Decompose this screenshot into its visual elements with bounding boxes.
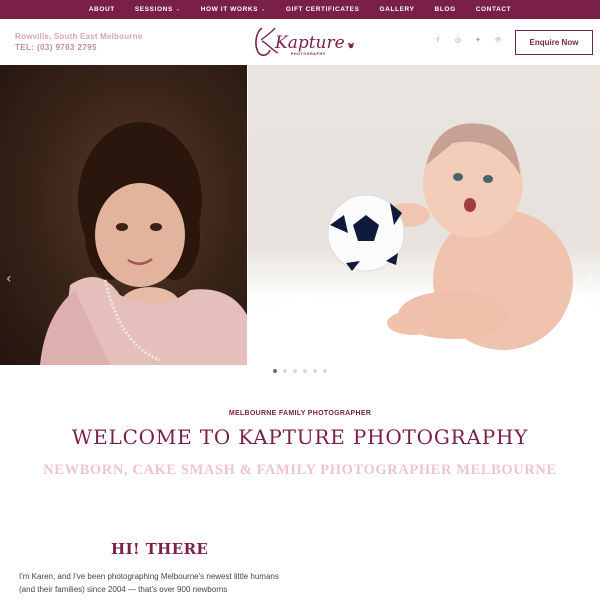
- page-subtitle: NEWBORN, CAKE SMASH & FAMILY PHOTOGRAPHE…: [43, 462, 557, 478]
- slider-dot[interactable]: [293, 369, 297, 373]
- logo-mark: Kapture: [255, 27, 355, 56]
- slider-dot[interactable]: [313, 369, 317, 373]
- nav-item-label: BLOG: [434, 6, 456, 13]
- logo-subtext: PHOTOGRAPHY: [291, 52, 326, 56]
- logo-wordmark: Kapture: [274, 33, 345, 53]
- instagram-icon[interactable]: ◎: [453, 35, 463, 45]
- phone-link[interactable]: TEL: (03) 9763 2795: [15, 42, 142, 53]
- nav-item-gift-certificates[interactable]: GIFT CERTIFICATES: [286, 6, 360, 13]
- top-navigation: ABOUT SESSIONS ⌄ HOW IT WORKS ⌄ GIFT CERTIFIC…: [0, 0, 600, 19]
- hero-photo-baby: [248, 65, 600, 365]
- pinterest-icon[interactable]: ℗: [493, 35, 503, 45]
- nav-item-label: CONTACT: [475, 6, 512, 13]
- nav-item-contact[interactable]: CONTACT: [476, 6, 512, 13]
- hero-photo-girl: [0, 65, 247, 365]
- site-logo[interactable]: Kapture PHOTOGRAPHY: [248, 22, 358, 62]
- twitter-icon[interactable]: ✦: [473, 35, 483, 45]
- slider-dots: [0, 369, 600, 373]
- chevron-down-icon: ⌄: [261, 6, 266, 12]
- enquire-now-button[interactable]: Enquire Now: [515, 30, 593, 55]
- chevron-down-icon: ⌄: [175, 6, 181, 12]
- site-header: Rowville, South East Melbourne TEL: (03)…: [0, 19, 600, 64]
- slider-next-button[interactable]: ›: [588, 271, 594, 287]
- social-links: f ◎ ✦ ℗: [433, 35, 503, 45]
- slider-dot[interactable]: [303, 369, 307, 373]
- location-text: Rowville, South East Melbourne: [15, 32, 143, 41]
- nav-item-blog[interactable]: BLOG: [435, 6, 456, 13]
- intro-paragraph: I'm Karen, and I've been photographing M…: [19, 572, 279, 594]
- page-title: WELCOME TO KAPTURE PHOTOGRAPHY: [71, 425, 529, 449]
- nav-item-sessions[interactable]: SESSIONS ⌄: [135, 6, 181, 13]
- section-eyebrow: MELBOURNE FAMILY PHOTOGRAPHER: [228, 410, 372, 417]
- nav-item-about[interactable]: ABOUT: [89, 6, 115, 13]
- nav-item-label: ABOUT: [88, 6, 115, 13]
- nav-item-label: GALLERY: [379, 6, 415, 13]
- intro-heading: HI! THERE: [111, 540, 209, 558]
- slider-dot[interactable]: [323, 369, 327, 373]
- nav-item-label: SESSIONS: [134, 6, 173, 13]
- slider-dot[interactable]: [283, 369, 287, 373]
- nav-item-how-it-works[interactable]: HOW IT WORKS ⌄: [201, 6, 266, 13]
- hero-slider: ‹ ›: [0, 65, 600, 365]
- nav-item-label: HOW IT WORKS: [200, 6, 259, 13]
- slider-prev-button[interactable]: ‹: [6, 271, 12, 287]
- facebook-icon[interactable]: f: [433, 35, 443, 45]
- nav-item-gallery[interactable]: GALLERY: [380, 6, 415, 13]
- contact-info: Rowville, South East Melbourne TEL: (03)…: [15, 31, 142, 53]
- slider-dot[interactable]: [273, 369, 277, 373]
- nav-item-label: GIFT CERTIFICATES: [285, 6, 360, 13]
